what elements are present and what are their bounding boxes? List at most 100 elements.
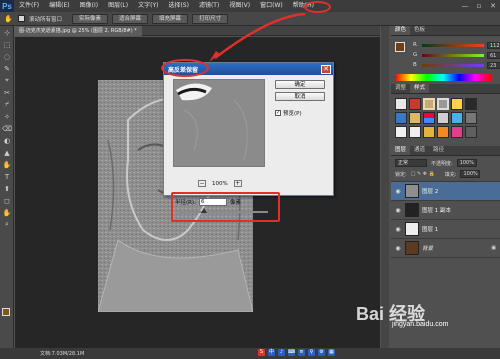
opacity-field[interactable]: 100% — [456, 159, 477, 167]
style-swatch[interactable] — [395, 112, 407, 124]
zoom-in-button[interactable]: + — [233, 180, 242, 187]
red-slider[interactable] — [422, 43, 484, 47]
type-tool-icon[interactable]: T — [2, 172, 12, 181]
menu-select[interactable]: 选择(S) — [163, 0, 194, 12]
minimize-button[interactable]: — — [458, 0, 472, 12]
green-slider[interactable] — [422, 53, 484, 57]
preview-checkbox[interactable]: ✓ — [275, 110, 281, 116]
tab-channels[interactable]: 通道 — [410, 146, 429, 155]
healing-tool-icon[interactable]: ⌿ — [2, 100, 12, 109]
menu-window[interactable]: 窗口(W) — [255, 0, 288, 12]
settings-icon[interactable]: ⚙ — [318, 349, 325, 356]
green-value[interactable]: 61 — [487, 51, 500, 59]
menu-type[interactable]: 文字(Y) — [133, 0, 163, 12]
style-none[interactable] — [395, 98, 407, 110]
blue-value[interactable]: 23 — [487, 61, 500, 69]
eye-icon[interactable]: ◉ — [394, 245, 402, 252]
sogou-icon[interactable]: S — [258, 349, 265, 356]
style-swatch[interactable] — [423, 112, 435, 124]
ok-button[interactable]: 确定 — [275, 80, 325, 89]
user-icon[interactable]: ♀ — [308, 349, 315, 356]
zoom-out-button[interactable]: − — [198, 180, 206, 187]
fill-screen-button[interactable]: 填充屏幕 — [152, 13, 189, 24]
menu-file[interactable]: 文件(F) — [14, 0, 44, 12]
layers-panel-tabs: 图层 通道 路径 — [391, 146, 500, 156]
style-swatch[interactable] — [451, 126, 463, 138]
shape-tool-icon[interactable]: ◻ — [2, 196, 12, 205]
tab-color[interactable]: 颜色 — [391, 26, 411, 35]
red-value[interactable]: 112 — [487, 41, 500, 49]
menu-icon[interactable]: ≡ — [298, 349, 305, 356]
path-select-tool-icon[interactable]: ⬆ — [2, 184, 12, 193]
style-swatch[interactable] — [465, 98, 477, 110]
menu-view[interactable]: 视图(V) — [224, 0, 255, 12]
zoom-tool-icon[interactable]: ⌕ — [2, 220, 12, 229]
move-tool-icon[interactable]: ⊹ — [2, 28, 12, 37]
close-window-button[interactable]: ✕ — [486, 0, 500, 12]
menu-layer[interactable]: 图层(L) — [103, 0, 133, 12]
marquee-tool-icon[interactable]: ⬚ — [2, 40, 12, 49]
blend-mode-select[interactable]: 正常 — [395, 159, 427, 167]
maximize-button[interactable]: ▫ — [472, 0, 486, 12]
eyedropper-tool-icon[interactable]: ✂ — [2, 88, 12, 97]
actual-pixels-button[interactable]: 实际像素 — [72, 13, 109, 24]
layer-row[interactable]: ◉ 图层 2 — [391, 182, 500, 201]
lock-icons[interactable]: □ ✎ ✥ 🔒 — [411, 171, 435, 177]
foreground-color-swatch[interactable] — [2, 308, 10, 316]
style-swatch[interactable] — [409, 98, 421, 110]
menu-filter[interactable]: 滤镜(T) — [194, 0, 224, 12]
style-swatch[interactable] — [451, 98, 463, 110]
style-swatch[interactable] — [465, 112, 477, 124]
eye-icon[interactable]: ◉ — [394, 207, 402, 214]
style-swatch[interactable] — [409, 112, 421, 124]
fill-field[interactable]: 100% — [460, 170, 481, 178]
style-swatch[interactable] — [437, 112, 449, 124]
cancel-button[interactable]: 取消 — [275, 92, 325, 101]
quick-select-tool-icon[interactable]: ✎ — [2, 64, 12, 73]
layer-row[interactable]: ◉ 背景 ▣ — [391, 239, 500, 258]
pen-tool-icon[interactable]: ✋ — [2, 160, 12, 169]
layer-row[interactable]: ◉ 图层 1 副本 — [391, 201, 500, 220]
eraser-tool-icon[interactable]: ⌫ — [2, 124, 12, 133]
filter-preview[interactable] — [173, 79, 265, 167]
crop-tool-icon[interactable]: ⌖ — [2, 76, 12, 85]
style-swatch[interactable] — [451, 112, 463, 124]
style-swatch[interactable] — [465, 126, 477, 138]
tab-styles[interactable]: 样式 — [410, 84, 430, 93]
menu-edit[interactable]: 编辑(E) — [44, 0, 74, 12]
brush-tool-icon[interactable]: ✧ — [2, 112, 12, 121]
menu-image[interactable]: 图像(I) — [75, 0, 103, 12]
close-icon[interactable]: ✕ — [321, 64, 331, 74]
blue-slider[interactable] — [422, 63, 484, 67]
dodge-tool-icon[interactable]: ▲ — [2, 148, 12, 157]
dialog-buttons: 确定 取消 ✓ 预览(P) — [275, 80, 325, 117]
keyboard-icon[interactable]: ⌨ — [288, 349, 295, 356]
eye-icon[interactable]: ◉ — [394, 188, 402, 195]
style-swatch[interactable] — [423, 126, 435, 138]
tab-swatches[interactable]: 色板 — [410, 26, 429, 35]
document-tab[interactable]: 图-迈克杰克逊素描.jpg @ 25% (图层 2, RGB/8#) * — [14, 26, 142, 36]
style-swatch[interactable] — [437, 126, 449, 138]
style-swatch[interactable] — [395, 126, 407, 138]
tab-layers[interactable]: 图层 — [391, 146, 411, 155]
ime-icon[interactable]: 中 — [268, 349, 275, 356]
tab-adjustments[interactable]: 调整 — [391, 84, 410, 93]
scroll-all-windows-checkbox[interactable] — [18, 15, 25, 22]
fit-screen-button[interactable]: 适合屏幕 — [112, 13, 149, 24]
style-swatch[interactable] — [423, 98, 435, 110]
lasso-tool-icon[interactable]: ◌ — [2, 52, 12, 61]
gradient-tool-icon[interactable]: ◐ — [2, 136, 12, 145]
color-ramp[interactable] — [395, 74, 491, 81]
grid-icon[interactable]: ▦ — [328, 349, 335, 356]
foreground-color-chip[interactable] — [395, 42, 405, 52]
style-swatch[interactable] — [409, 126, 421, 138]
arrow-icon — [209, 12, 306, 62]
layer-row[interactable]: ◉ 图层 1 — [391, 220, 500, 239]
music-icon[interactable]: ♪ — [278, 349, 285, 356]
zoom-level: 100% — [212, 180, 228, 187]
tab-paths[interactable]: 路径 — [429, 146, 448, 155]
style-swatch[interactable] — [437, 98, 449, 110]
eye-icon[interactable]: ◉ — [394, 226, 402, 233]
hand-tool-icon[interactable]: ✋ — [2, 208, 12, 217]
lock-row: 锁定: □ ✎ ✥ 🔒 填充: 100% — [391, 170, 500, 182]
